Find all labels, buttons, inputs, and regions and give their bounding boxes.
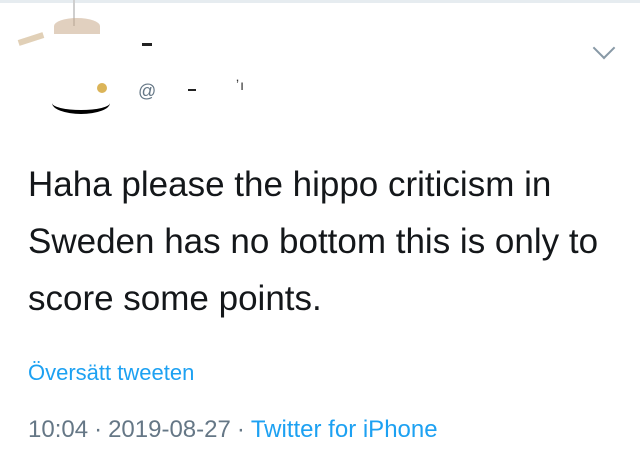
top-rule bbox=[0, 0, 640, 3]
tweet-source-link[interactable]: Twitter for iPhone bbox=[251, 416, 438, 443]
tweet-text: Haha please the hippo criticism in Swede… bbox=[28, 165, 599, 318]
avatar-decoration bbox=[17, 32, 45, 46]
translate-tweet-link[interactable]: Översätt tweeten bbox=[28, 360, 194, 386]
tweet-date[interactable]: 2019-08-27 bbox=[108, 416, 231, 443]
tweet-meta: 10:04 · 2019-08-27 · Twitter for iPhone bbox=[28, 418, 438, 442]
handle-prefix: @ bbox=[138, 81, 157, 101]
meta-separator: · bbox=[94, 416, 103, 443]
chevron-down-icon[interactable] bbox=[592, 36, 616, 60]
avatar-decoration bbox=[97, 83, 107, 93]
handle-fragment bbox=[188, 89, 196, 91]
avatar-decoration bbox=[54, 18, 100, 34]
user-info[interactable]: @ bbox=[132, 36, 292, 106]
avatar[interactable] bbox=[17, 0, 126, 126]
display-name-fragment bbox=[142, 43, 152, 46]
avatar-decoration bbox=[52, 92, 110, 114]
meta-separator: · bbox=[236, 416, 245, 443]
redacted-mark: ʼı bbox=[236, 77, 245, 93]
tweet-time[interactable]: 10:04 bbox=[28, 416, 88, 443]
